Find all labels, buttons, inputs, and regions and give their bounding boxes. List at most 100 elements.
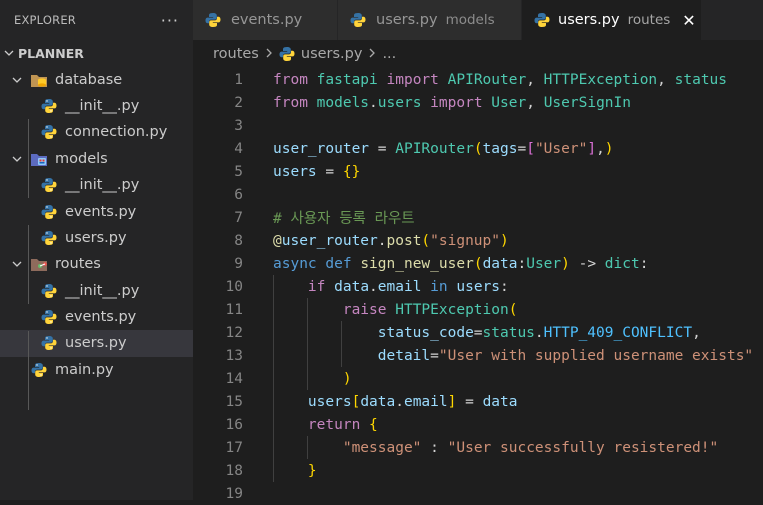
line-number: 16 bbox=[225, 416, 243, 433]
tree-folder-database[interactable]: database bbox=[0, 66, 193, 92]
tab-events-py[interactable]: events.py bbox=[193, 0, 338, 40]
line-number: 11 bbox=[225, 301, 243, 318]
tab-users-py-routes[interactable]: users.py routes ✕ bbox=[522, 0, 702, 40]
python-icon bbox=[40, 97, 58, 115]
line-text: from models.users import User, UserSignI… bbox=[273, 94, 631, 111]
tree-item-label: __init__.py bbox=[65, 97, 140, 114]
code-line: 18 } bbox=[193, 459, 763, 482]
line-text: ) bbox=[342, 370, 352, 387]
python-icon bbox=[40, 282, 58, 300]
line-number: 19 bbox=[225, 485, 243, 502]
more-actions-icon[interactable]: ··· bbox=[161, 11, 179, 30]
close-icon[interactable]: ✕ bbox=[682, 11, 695, 30]
code-line: 16 return { bbox=[193, 413, 763, 436]
chevron-right-icon bbox=[368, 46, 376, 62]
file-tree: PLANNER database __init__.py connection.… bbox=[0, 40, 193, 410]
line-text: return { bbox=[307, 416, 378, 433]
line-text: users = {} bbox=[273, 163, 361, 180]
indent-guide bbox=[28, 225, 29, 304]
python-icon bbox=[534, 11, 550, 29]
tab-users-py-models[interactable]: users.py models bbox=[338, 0, 522, 40]
explorer-header: EXPLORER ··· bbox=[0, 0, 193, 40]
line-number: 12 bbox=[225, 324, 243, 341]
tree-item-label: events.py bbox=[65, 203, 137, 220]
line-text: user_router = APIRouter(tags=["User"],) bbox=[273, 140, 614, 157]
chevron-right-icon bbox=[265, 46, 273, 62]
code-line: 1 from fastapi import APIRouter, HTTPExc… bbox=[193, 68, 763, 91]
tree-file-routes-events[interactable]: events.py bbox=[0, 304, 193, 330]
line-text: status_code=status.HTTP_409_CONFLICT, bbox=[377, 324, 701, 341]
code-line: 4 user_router = APIRouter(tags=["User"],… bbox=[193, 137, 763, 160]
tab-label: events.py bbox=[231, 12, 303, 28]
line-number: 17 bbox=[225, 439, 243, 456]
code-editor[interactable]: 1 from fastapi import APIRouter, HTTPExc… bbox=[193, 68, 763, 502]
chevron-down-icon bbox=[10, 73, 24, 87]
tree-item-label: users.py bbox=[65, 229, 127, 246]
python-icon bbox=[350, 11, 368, 29]
tab-description: routes bbox=[627, 12, 671, 28]
tree-file-models-events[interactable]: events.py bbox=[0, 198, 193, 224]
code-line: 11 raise HTTPException( bbox=[193, 298, 763, 321]
line-text: if data.email in users: bbox=[307, 278, 509, 295]
tab-label: users.py bbox=[376, 12, 438, 28]
line-text: users[data.email] = data bbox=[307, 393, 518, 410]
breadcrumb-file[interactable]: users.py bbox=[301, 46, 363, 62]
code-line: 2 from models.users import User, UserSig… bbox=[193, 91, 763, 114]
line-number: 13 bbox=[225, 347, 243, 364]
line-number: 1 bbox=[234, 71, 243, 88]
line-number: 3 bbox=[234, 117, 243, 134]
tab-description: models bbox=[445, 12, 495, 28]
breadcrumb-symbols[interactable]: ... bbox=[382, 46, 396, 62]
line-number: 2 bbox=[234, 94, 243, 111]
line-text: raise HTTPException( bbox=[342, 301, 518, 318]
code-line: 14 ) bbox=[193, 367, 763, 390]
tree-item-label: connection.py bbox=[65, 124, 168, 141]
code-line: 7 # 사용자 등록 라우트 bbox=[193, 206, 763, 229]
line-number: 8 bbox=[234, 232, 243, 249]
code-line: 3 bbox=[193, 114, 763, 137]
tree-item-label: users.py bbox=[65, 335, 127, 352]
code-line: 8 @user_router.post("signup") bbox=[193, 229, 763, 252]
line-number: 5 bbox=[234, 163, 243, 180]
python-icon bbox=[40, 308, 58, 326]
tree-file-database-init[interactable]: __init__.py bbox=[0, 93, 193, 119]
routes-folder-icon bbox=[30, 255, 48, 273]
line-text: "message" : "User successfully resistere… bbox=[342, 439, 719, 456]
tree-item-label: database bbox=[55, 71, 123, 88]
explorer-title: EXPLORER bbox=[14, 13, 76, 27]
python-icon bbox=[40, 123, 58, 141]
breadcrumb-folder[interactable]: routes bbox=[213, 46, 259, 62]
line-text: async def sign_new_user(data:User) -> di… bbox=[273, 255, 649, 272]
line-text: } bbox=[307, 462, 317, 479]
tree-item-label: __init__.py bbox=[65, 177, 140, 194]
python-icon bbox=[279, 46, 295, 62]
line-number: 18 bbox=[225, 462, 243, 479]
line-number: 14 bbox=[225, 370, 243, 387]
code-line: 19 bbox=[193, 482, 763, 505]
line-text: from fastapi import APIRouter, HTTPExcep… bbox=[273, 71, 728, 88]
tree-root-planner[interactable]: PLANNER bbox=[0, 40, 193, 66]
tree-item-label: __init__.py bbox=[65, 282, 140, 299]
python-icon bbox=[40, 334, 58, 352]
code-line: 15 users[data.email] = data bbox=[193, 390, 763, 413]
line-text: detail="User with supplied username exis… bbox=[377, 347, 754, 364]
line-number: 6 bbox=[234, 186, 243, 203]
line-number: 4 bbox=[234, 140, 243, 157]
tree-item-label: models bbox=[55, 150, 108, 167]
python-icon bbox=[40, 229, 58, 247]
indent-guide bbox=[28, 331, 29, 410]
line-number: 9 bbox=[234, 255, 243, 272]
code-line: 5 users = {} bbox=[193, 160, 763, 183]
code-line: 17 "message" : "User successfully resist… bbox=[193, 436, 763, 459]
editor-tabs: events.py users.py models users.py route… bbox=[193, 0, 763, 40]
python-icon bbox=[205, 11, 223, 29]
python-icon bbox=[30, 361, 48, 379]
chevron-down-icon bbox=[10, 257, 24, 271]
tree-item-label: routes bbox=[55, 256, 101, 273]
python-icon bbox=[40, 176, 58, 194]
tree-item-label: main.py bbox=[55, 361, 114, 378]
python-icon bbox=[40, 203, 58, 221]
database-folder-icon bbox=[30, 71, 48, 89]
code-line: 9 async def sign_new_user(data:User) -> … bbox=[193, 252, 763, 275]
breadcrumb: routes users.py ... bbox=[193, 40, 763, 68]
